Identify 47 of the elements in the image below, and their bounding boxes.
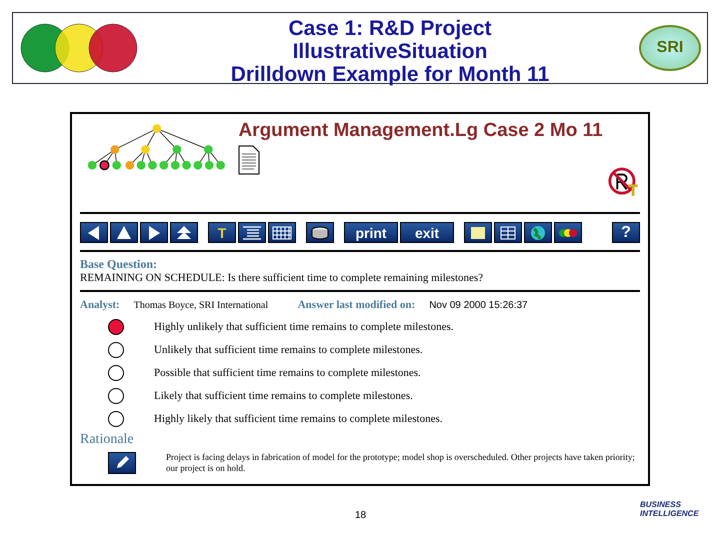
analyst-label: Analyst: — [80, 299, 120, 311]
toolbar-button[interactable]: print — [344, 222, 398, 243]
toolbar-button[interactable] — [494, 222, 522, 243]
globe-logo: SRI — [639, 25, 701, 71]
toolbar-button[interactable]: T — [208, 222, 236, 243]
toolbar-button[interactable] — [170, 222, 198, 243]
radio-button[interactable] — [108, 342, 124, 358]
base-question-label: Base Question: — [80, 257, 158, 272]
radio-button[interactable] — [108, 410, 124, 426]
list-icon — [241, 224, 263, 240]
radio-button[interactable] — [108, 388, 124, 404]
choice-label: Unlikely that sufficient time remains to complete milestones. — [154, 344, 423, 356]
edit-button[interactable] — [108, 452, 136, 474]
toolbar-button[interactable] — [524, 222, 552, 243]
prohibited-letter-icon[interactable] — [608, 166, 640, 198]
pencil-icon — [114, 455, 130, 471]
toolbar-button[interactable] — [110, 222, 138, 243]
modified-date: Nov 09 2000 15:26:37 — [429, 300, 528, 311]
page-number: 18 — [355, 510, 366, 521]
toolbar-button[interactable]: exit — [400, 222, 454, 243]
help-button[interactable]: ? — [612, 222, 640, 243]
toolbar-button[interactable] — [268, 222, 296, 243]
toolbar-button[interactable] — [306, 222, 334, 243]
analyst-name: Thomas Boyce, SRI International — [134, 300, 270, 311]
business-intelligence-logo: BUSINESS INTELLIGENCE — [640, 500, 700, 518]
rationale-heading: Rationale — [80, 432, 135, 448]
radio-button[interactable] — [108, 364, 124, 380]
modified-label: Answer last modified on: — [298, 299, 416, 311]
slide-title: IllustrativeSituation — [292, 40, 488, 62]
slide-title: Case 1: R&D Project — [287, 16, 493, 40]
toolbar-button[interactable] — [464, 222, 492, 243]
argument-title: Argument Management.Lg Case 2 Mo 11 — [238, 120, 604, 141]
choice-label: Likely that sufficient time remains to complete milestones. — [154, 390, 413, 402]
choice-label: Possible that sufficient time remains to complete milestones. — [154, 366, 421, 378]
choice-label: Highly likely that sufficient time remains to complete milestones. — [154, 412, 442, 424]
choice-label: Highly unlikely that sufficient time remains to complete milestones. — [154, 320, 454, 332]
toolbar-button[interactable] — [80, 222, 108, 243]
base-question-text: REMAINING ON SCHEDULE: Is there sufficient time to complete remaining milestones? — [80, 272, 484, 284]
drum-icon — [309, 224, 331, 240]
toolbar-button[interactable] — [238, 222, 266, 243]
rationale-text: Project is facing delays in fabrication of model for the prototype; model shop is overscheduled. Other projects have taken priority; our project is on hold. — [166, 452, 636, 474]
radio-button[interactable] — [108, 318, 124, 334]
document-icon[interactable] — [238, 145, 260, 175]
toolbar-button[interactable] — [554, 222, 582, 243]
toolbar-button[interactable] — [140, 222, 168, 243]
slide-title: Drilldown Example for Month 11 — [230, 62, 550, 86]
grid-icon — [271, 224, 293, 240]
